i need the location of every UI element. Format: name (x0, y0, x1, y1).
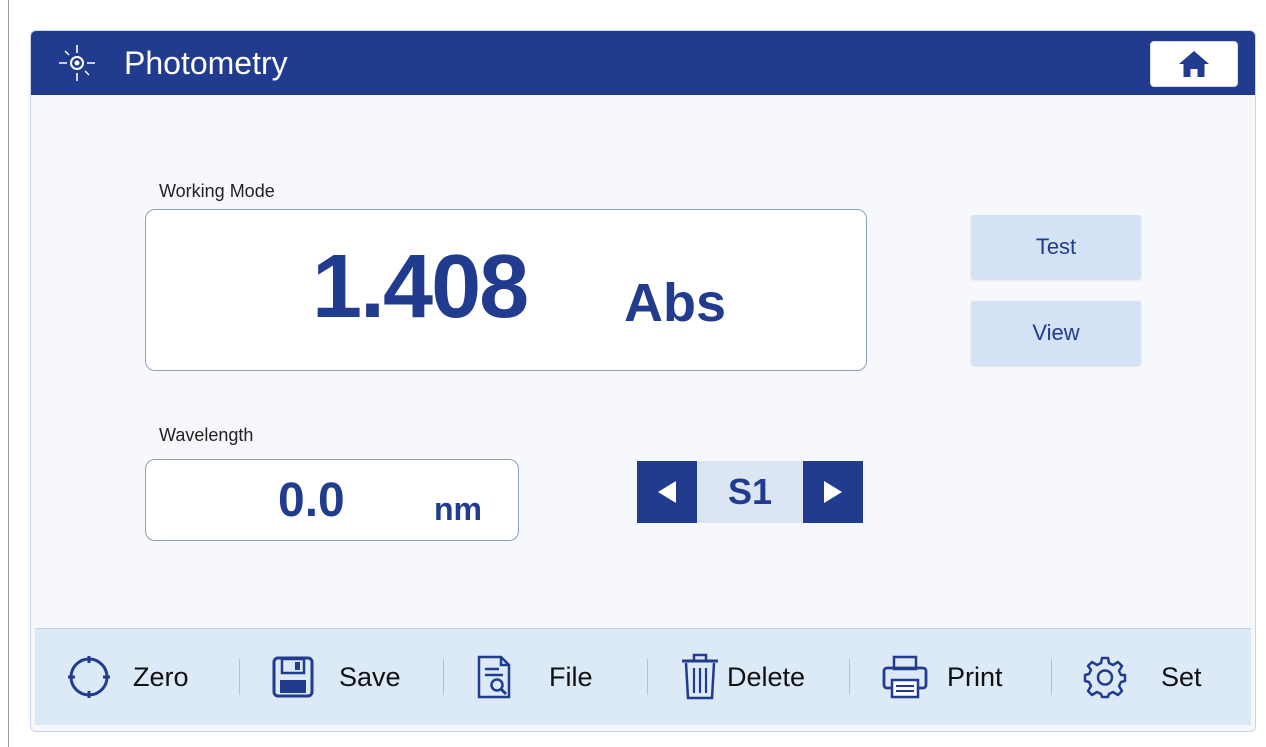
wavelength-value: 0.0 (278, 474, 345, 527)
floppy-disk-icon (272, 656, 314, 698)
page-title: Photometry (124, 45, 288, 81)
gear-icon (1083, 656, 1127, 699)
sample-selector: S1 (637, 461, 863, 523)
save-button[interactable]: Save (271, 629, 401, 725)
home-icon (1179, 51, 1209, 77)
settings-label: Set (1161, 662, 1202, 692)
wavelength-display: 0.0 nm (145, 459, 519, 541)
toolbar-divider (443, 659, 444, 695)
zero-label: Zero (133, 662, 189, 692)
test-button[interactable]: Test (971, 215, 1141, 279)
file-button[interactable]: File (475, 629, 593, 725)
sample-id: S1 (697, 461, 803, 523)
title-bar: Photometry (31, 31, 1255, 95)
toolbar-divider (647, 659, 648, 695)
trash-icon (682, 653, 718, 700)
toolbar-divider (239, 659, 240, 695)
bottom-toolbar: Zero Save File Delete Print Set (35, 628, 1251, 725)
home-button[interactable] (1150, 41, 1238, 87)
absorbance-value: 1.408 (312, 237, 529, 337)
wavelength-label: Wavelength (159, 425, 254, 445)
print-label: Print (947, 662, 1003, 692)
photometry-window: Photometry Working Mode 1.408 Abs Test V… (30, 30, 1256, 732)
light-burst-icon (59, 45, 95, 81)
previous-sample-button[interactable] (637, 461, 697, 523)
wavelength-unit: nm (434, 491, 482, 527)
toolbar-divider (1051, 659, 1052, 695)
zero-button[interactable]: Zero (67, 629, 189, 725)
file-search-icon (477, 655, 511, 699)
save-label: Save (339, 662, 401, 692)
toolbar-divider (849, 659, 850, 695)
settings-button[interactable]: Set (1083, 629, 1202, 725)
triangle-right-icon (824, 481, 842, 503)
print-button[interactable]: Print (881, 629, 1003, 725)
delete-label: Delete (727, 662, 806, 692)
zero-crosshair-icon (68, 656, 110, 698)
printer-icon (882, 655, 928, 699)
next-sample-button[interactable] (803, 461, 863, 523)
absorbance-unit: Abs (624, 273, 727, 333)
triangle-left-icon (658, 481, 676, 503)
working-mode-label: Working Mode (159, 181, 275, 201)
left-edge-rule (8, 0, 9, 747)
delete-button[interactable]: Delete (679, 629, 805, 725)
file-label: File (549, 662, 593, 692)
working-mode-display: 1.408 Abs (145, 209, 867, 371)
view-button[interactable]: View (971, 301, 1141, 365)
